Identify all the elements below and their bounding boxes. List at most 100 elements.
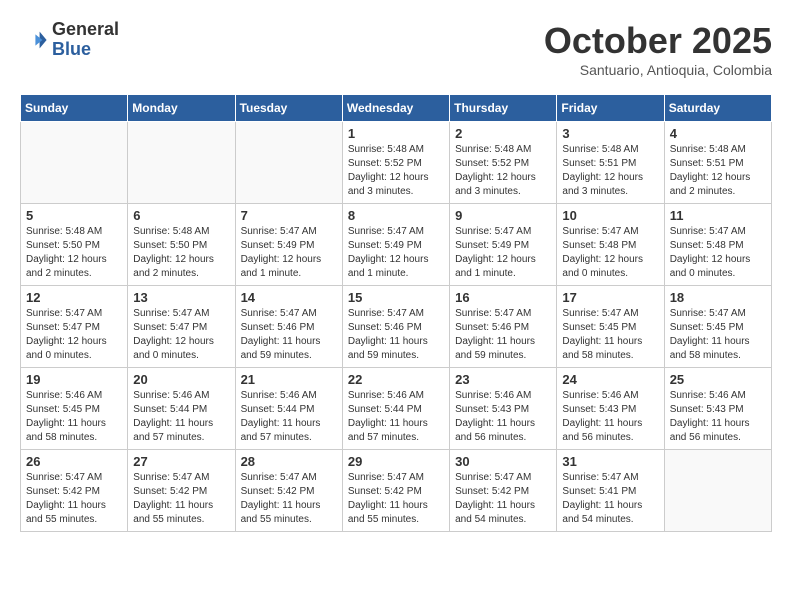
week-row-3: 12 Sunrise: 5:47 AM Sunset: 5:47 PM Dayli… (21, 286, 772, 368)
day-number: 7 (241, 208, 337, 223)
day-cell: 18Sunrise: 5:47 AM Sunset: 5:45 PM Dayli… (664, 286, 771, 368)
day-cell: 27 Sunrise: 5:47 AM Sunset: 5:42 PM Dayli… (128, 450, 235, 532)
weekday-header-row: SundayMondayTuesdayWednesdayThursdayFrid… (21, 95, 772, 122)
day-cell: 5 Sunrise: 5:48 AM Sunset: 5:50 PM Daylig… (21, 204, 128, 286)
day-number: 12 (26, 290, 122, 305)
day-cell: 11 Sunrise: 5:47 AM Sunset: 5:48 PM Dayli… (664, 204, 771, 286)
day-info: Sunrise: 5:47 AM Sunset: 5:42 PM Dayligh… (241, 471, 337, 527)
weekday-header-tuesday: Tuesday (235, 95, 342, 122)
day-number: 2 (455, 126, 551, 141)
weekday-header-wednesday: Wednesday (342, 95, 449, 122)
day-number: 30 (455, 454, 551, 469)
day-info: Sunrise: 5:47 AM Sunset: 5:46 PM Dayligh… (455, 307, 551, 363)
day-cell: 29Sunrise: 5:47 AM Sunset: 5:42 PM Dayli… (342, 450, 449, 532)
day-cell: 19Sunrise: 5:46 AM Sunset: 5:45 PM Dayli… (21, 368, 128, 450)
day-info: Sunrise: 5:47 AM Sunset: 5:48 PM Dayligh… (562, 225, 658, 281)
day-cell: 30 Sunrise: 5:47 AM Sunset: 5:42 PM Dayli… (450, 450, 557, 532)
day-cell: 10Sunrise: 5:47 AM Sunset: 5:48 PM Dayli… (557, 204, 664, 286)
day-info: Sunrise: 5:46 AM Sunset: 5:43 PM Dayligh… (455, 389, 551, 445)
page-header: General Blue October 2025 Santuario, Ant… (20, 20, 772, 78)
weekday-header-thursday: Thursday (450, 95, 557, 122)
day-cell: 16 Sunrise: 5:47 AM Sunset: 5:46 PM Dayli… (450, 286, 557, 368)
day-cell: 1 Sunrise: 5:48 AM Sunset: 5:52 PM Daylig… (342, 122, 449, 204)
day-info: Sunrise: 5:47 AM Sunset: 5:42 PM Dayligh… (133, 471, 229, 527)
day-info: Sunrise: 5:46 AM Sunset: 5:43 PM Dayligh… (670, 389, 766, 445)
location: Santuario, Antioquia, Colombia (544, 62, 772, 78)
day-number: 22 (348, 372, 444, 387)
logo-line2: Blue (52, 40, 119, 60)
month-title: October 2025 (544, 20, 772, 62)
day-cell: 14 Sunrise: 5:47 AM Sunset: 5:46 PM Dayli… (235, 286, 342, 368)
day-info: Sunrise: 5:48 AM Sunset: 5:52 PM Dayligh… (348, 143, 444, 199)
day-number: 13 (133, 290, 229, 305)
day-cell (235, 122, 342, 204)
day-cell: 21Sunrise: 5:46 AM Sunset: 5:44 PM Dayli… (235, 368, 342, 450)
weekday-header-sunday: Sunday (21, 95, 128, 122)
day-cell: 8 Sunrise: 5:47 AM Sunset: 5:49 PM Daylig… (342, 204, 449, 286)
day-info: Sunrise: 5:47 AM Sunset: 5:42 PM Dayligh… (348, 471, 444, 527)
day-number: 17 (562, 290, 658, 305)
day-info: Sunrise: 5:47 AM Sunset: 5:45 PM Dayligh… (670, 307, 766, 363)
day-info: Sunrise: 5:47 AM Sunset: 5:47 PM Dayligh… (133, 307, 229, 363)
day-number: 4 (670, 126, 766, 141)
day-number: 11 (670, 208, 766, 223)
day-info: Sunrise: 5:46 AM Sunset: 5:44 PM Dayligh… (348, 389, 444, 445)
day-number: 20 (133, 372, 229, 387)
day-number: 8 (348, 208, 444, 223)
day-cell: 13 Sunrise: 5:47 AM Sunset: 5:47 PM Dayli… (128, 286, 235, 368)
day-cell: 2 Sunrise: 5:48 AM Sunset: 5:52 PM Daylig… (450, 122, 557, 204)
day-info: Sunrise: 5:48 AM Sunset: 5:51 PM Dayligh… (562, 143, 658, 199)
day-number: 1 (348, 126, 444, 141)
day-number: 31 (562, 454, 658, 469)
day-cell: 24 Sunrise: 5:46 AM Sunset: 5:43 PM Dayli… (557, 368, 664, 450)
day-info: Sunrise: 5:47 AM Sunset: 5:49 PM Dayligh… (455, 225, 551, 281)
day-number: 23 (455, 372, 551, 387)
week-row-2: 5 Sunrise: 5:48 AM Sunset: 5:50 PM Daylig… (21, 204, 772, 286)
week-row-4: 19Sunrise: 5:46 AM Sunset: 5:45 PM Dayli… (21, 368, 772, 450)
day-cell: 6 Sunrise: 5:48 AM Sunset: 5:50 PM Daylig… (128, 204, 235, 286)
day-info: Sunrise: 5:47 AM Sunset: 5:45 PM Dayligh… (562, 307, 658, 363)
day-number: 16 (455, 290, 551, 305)
day-info: Sunrise: 5:47 AM Sunset: 5:48 PM Dayligh… (670, 225, 766, 281)
day-info: Sunrise: 5:47 AM Sunset: 5:41 PM Dayligh… (562, 471, 658, 527)
day-number: 6 (133, 208, 229, 223)
day-info: Sunrise: 5:47 AM Sunset: 5:49 PM Dayligh… (348, 225, 444, 281)
title-block: October 2025 Santuario, Antioquia, Colom… (544, 20, 772, 78)
day-number: 25 (670, 372, 766, 387)
day-cell: 25 Sunrise: 5:46 AM Sunset: 5:43 PM Dayli… (664, 368, 771, 450)
day-cell: 15Sunrise: 5:47 AM Sunset: 5:46 PM Dayli… (342, 286, 449, 368)
day-info: Sunrise: 5:47 AM Sunset: 5:49 PM Dayligh… (241, 225, 337, 281)
logo-icon (20, 26, 48, 54)
day-info: Sunrise: 5:46 AM Sunset: 5:43 PM Dayligh… (562, 389, 658, 445)
day-cell: 9 Sunrise: 5:47 AM Sunset: 5:49 PM Daylig… (450, 204, 557, 286)
day-number: 28 (241, 454, 337, 469)
calendar: SundayMondayTuesdayWednesdayThursdayFrid… (20, 94, 772, 532)
day-cell: 7 Sunrise: 5:47 AM Sunset: 5:49 PM Daylig… (235, 204, 342, 286)
day-cell: 4 Sunrise: 5:48 AM Sunset: 5:51 PM Daylig… (664, 122, 771, 204)
day-info: Sunrise: 5:48 AM Sunset: 5:52 PM Dayligh… (455, 143, 551, 199)
day-info: Sunrise: 5:47 AM Sunset: 5:47 PM Dayligh… (26, 307, 122, 363)
day-info: Sunrise: 5:48 AM Sunset: 5:50 PM Dayligh… (133, 225, 229, 281)
day-info: Sunrise: 5:48 AM Sunset: 5:51 PM Dayligh… (670, 143, 766, 199)
day-info: Sunrise: 5:47 AM Sunset: 5:42 PM Dayligh… (455, 471, 551, 527)
day-number: 27 (133, 454, 229, 469)
day-cell: 22 Sunrise: 5:46 AM Sunset: 5:44 PM Dayli… (342, 368, 449, 450)
day-cell: 20Sunrise: 5:46 AM Sunset: 5:44 PM Dayli… (128, 368, 235, 450)
day-info: Sunrise: 5:47 AM Sunset: 5:46 PM Dayligh… (241, 307, 337, 363)
day-cell: 3Sunrise: 5:48 AM Sunset: 5:51 PM Daylig… (557, 122, 664, 204)
weekday-header-friday: Friday (557, 95, 664, 122)
day-number: 9 (455, 208, 551, 223)
day-number: 5 (26, 208, 122, 223)
weekday-header-saturday: Saturday (664, 95, 771, 122)
weekday-header-monday: Monday (128, 95, 235, 122)
day-number: 14 (241, 290, 337, 305)
day-info: Sunrise: 5:48 AM Sunset: 5:50 PM Dayligh… (26, 225, 122, 281)
logo-text: General Blue (52, 20, 119, 60)
day-number: 19 (26, 372, 122, 387)
day-number: 24 (562, 372, 658, 387)
logo: General Blue (20, 20, 119, 60)
day-cell (128, 122, 235, 204)
day-cell: 31 Sunrise: 5:47 AM Sunset: 5:41 PM Dayli… (557, 450, 664, 532)
logo-line1: General (52, 20, 119, 40)
day-cell: 28 Sunrise: 5:47 AM Sunset: 5:42 PM Dayli… (235, 450, 342, 532)
